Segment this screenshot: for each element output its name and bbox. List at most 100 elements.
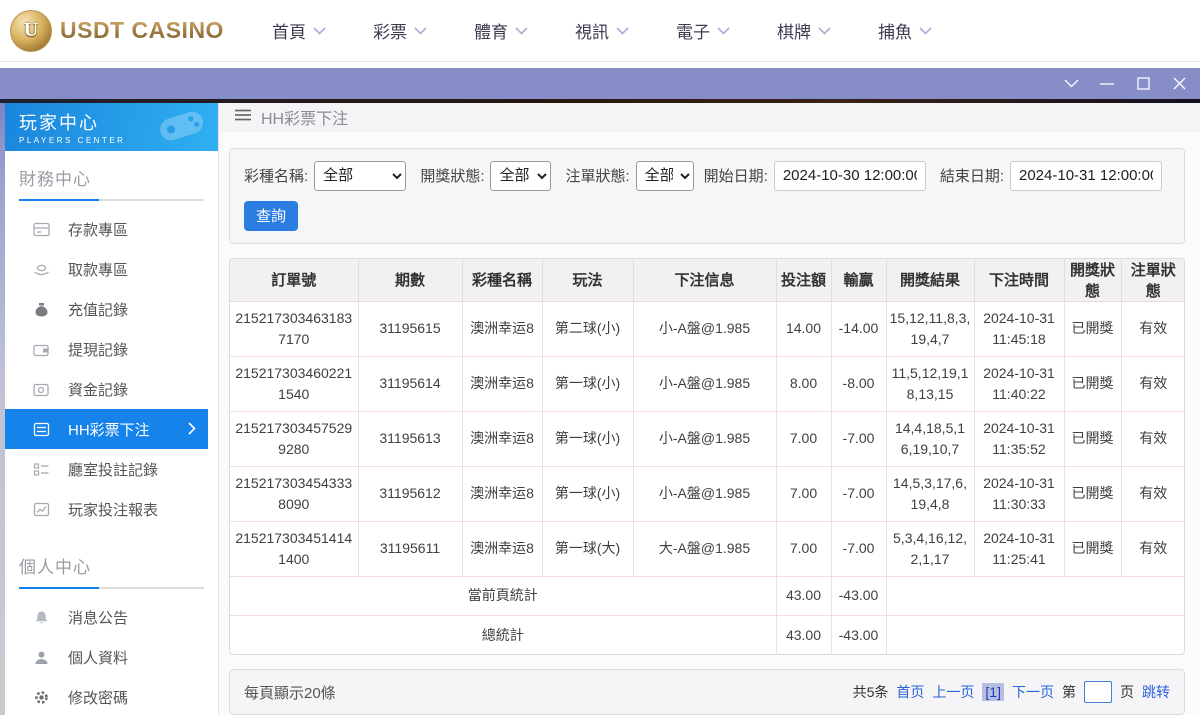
deposit-card-icon: [33, 222, 50, 237]
jump-button[interactable]: 跳转: [1142, 682, 1170, 702]
logo[interactable]: U USDT CASINO: [10, 9, 250, 52]
gear-icon: [33, 690, 50, 705]
table-cell: 有效: [1121, 301, 1184, 357]
nav-item-fishing[interactable]: 捕魚: [878, 18, 932, 43]
page-jump-input[interactable]: [1084, 681, 1112, 703]
table-cell: 澳洲幸运8: [462, 411, 543, 467]
table-cell: -7.00: [831, 411, 887, 467]
window-close-icon[interactable]: [1168, 74, 1190, 94]
chevron-down-icon: [818, 26, 831, 35]
summary-label: 當前頁統計: [230, 576, 777, 616]
nav-item-label: 彩票: [373, 23, 407, 42]
sidebar-item-withdraw-record[interactable]: 提現記錄: [5, 329, 218, 369]
table-cell: 第一球(大): [542, 521, 634, 577]
table-header-row: 訂單號 期數 彩種名稱 玩法 下注信息 投注額 輸贏 開獎結果 下注時間 開獎狀…: [230, 258, 1184, 302]
hamburger-icon[interactable]: [235, 108, 251, 126]
table-cell: -7.00: [831, 521, 887, 577]
jump-label-post: 页: [1120, 684, 1134, 700]
table-cell: 小-A盤@1.985: [633, 301, 777, 357]
prev-page-link[interactable]: 上一页: [932, 682, 974, 702]
table-cell: 已開獎: [1064, 356, 1122, 412]
summary-empty: [886, 576, 1184, 616]
wallet-icon: [33, 342, 50, 357]
breadcrumb: HH彩票下注: [219, 103, 1200, 132]
nav-item-home[interactable]: 首頁: [272, 18, 326, 43]
start-date-input[interactable]: [773, 160, 926, 191]
summary-win-loss: -43.00: [831, 576, 887, 616]
chevron-right-icon: [188, 422, 196, 439]
lottery-name-select[interactable]: 全部: [314, 160, 407, 191]
table-cell: 澳洲幸运8: [462, 466, 543, 522]
table-cell: 小-A盤@1.985: [633, 356, 777, 412]
table-cell: 8.00: [776, 356, 832, 412]
table-cell: 11,5,12,19,18,13,15: [886, 356, 975, 412]
nav-item-label: 棋牌: [777, 23, 811, 42]
logo-text: USDT CASINO: [60, 17, 224, 43]
filter-panel: 彩種名稱: 全部 開獎狀態: 全部 注單狀態: 全部 開始日期: 結束日期: 查…: [229, 147, 1185, 244]
bet-record-icon: [33, 422, 50, 437]
sidebar-item-deposit[interactable]: 存款專區: [5, 209, 218, 249]
search-button[interactable]: 查詢: [244, 200, 298, 231]
table-cell: 14,4,18,5,16,19,10,7: [886, 411, 975, 467]
table-cell: 有效: [1121, 411, 1184, 467]
first-page-link[interactable]: 首页: [896, 682, 924, 702]
col-play-type: 玩法: [542, 258, 634, 302]
total-count: 共5条: [852, 684, 889, 700]
table-cell: 7.00: [776, 521, 832, 577]
sidebar-item-announcements[interactable]: 消息公告: [5, 597, 218, 637]
total-summary-row: 總統計 43.00 -43.00: [230, 615, 1184, 654]
summary-empty: [886, 615, 1184, 654]
order-status-select[interactable]: 全部: [635, 160, 694, 191]
nav-item-cards[interactable]: 棋牌: [777, 18, 831, 43]
table-cell: 第一球(小): [542, 356, 634, 412]
col-bet-amount: 投注額: [776, 258, 832, 302]
current-page-badge: [1]: [982, 683, 1004, 701]
chevron-down-icon: [515, 26, 528, 35]
window-maximize-icon[interactable]: [1132, 74, 1154, 94]
sidebar-item-hall-bet-record[interactable]: 廳室投註記錄: [5, 449, 218, 489]
table-cell: 有效: [1121, 521, 1184, 577]
table-cell: 大-A盤@1.985: [633, 521, 777, 577]
sidebar-item-profile[interactable]: 個人資料: [5, 637, 218, 677]
next-page-link[interactable]: 下一页: [1012, 682, 1054, 702]
window-dropdown-icon[interactable]: [1060, 74, 1082, 94]
sidebar-item-recharge-record[interactable]: 充值記錄: [5, 289, 218, 329]
money-bag-icon: [33, 302, 50, 317]
table-cell: 31195611: [358, 521, 463, 577]
sidebar-item-label: HH彩票下注: [68, 421, 150, 439]
col-period: 期數: [358, 258, 463, 302]
window-minimize-icon[interactable]: [1096, 74, 1118, 94]
start-date-label: 開始日期:: [703, 168, 768, 185]
sidebar-item-change-password[interactable]: 修改密碼: [5, 677, 218, 715]
sidebar-item-label: 存款專區: [68, 221, 129, 239]
page-summary-row: 當前頁統計 43.00 -43.00: [230, 576, 1184, 616]
nav-item-label: 視訊: [575, 23, 609, 42]
sidebar-item-player-bet-report[interactable]: 玩家投注報表: [5, 489, 218, 529]
table-cell: 14.00: [776, 301, 832, 357]
nav-item-slots[interactable]: 電子: [676, 18, 730, 43]
summary-bet-amount: 43.00: [776, 615, 832, 654]
lottery-name-label: 彩種名稱:: [244, 168, 309, 185]
sidebar-item-funds-record[interactable]: 資金記錄: [5, 369, 218, 409]
nav-item-lottery[interactable]: 彩票: [373, 18, 427, 43]
table-cell: 31195615: [358, 301, 463, 357]
draw-status-select[interactable]: 全部: [490, 160, 552, 191]
chevron-down-icon: [414, 26, 427, 35]
table-cell: -14.00: [831, 301, 887, 357]
table-cell: 31195612: [358, 466, 463, 522]
table-cell: 小-A盤@1.985: [633, 411, 777, 467]
draw-status-label: 開獎狀態:: [420, 168, 485, 185]
table-cell: 31195613: [358, 411, 463, 467]
table-cell: 澳洲幸运8: [462, 301, 543, 357]
table-cell: 2152173034514141400: [230, 521, 359, 577]
end-date-input[interactable]: [1010, 160, 1162, 191]
table-cell: 14,5,3,17,6,19,4,8: [886, 466, 975, 522]
nav-item-video[interactable]: 視訊: [575, 18, 629, 43]
nav-item-sports[interactable]: 體育: [474, 18, 528, 43]
sidebar-item-withdraw[interactable]: 取款專區: [5, 249, 218, 289]
col-draw-status: 開獎狀態: [1064, 258, 1122, 302]
table-row: 2152173034631837170 31195615 澳洲幸运8 第二球(小) 小-…: [230, 301, 1184, 357]
table-cell: 第二球(小): [542, 301, 634, 357]
sidebar-item-hh-lottery-bet[interactable]: HH彩票下注: [5, 409, 208, 449]
table-cell: 已開獎: [1064, 411, 1122, 467]
